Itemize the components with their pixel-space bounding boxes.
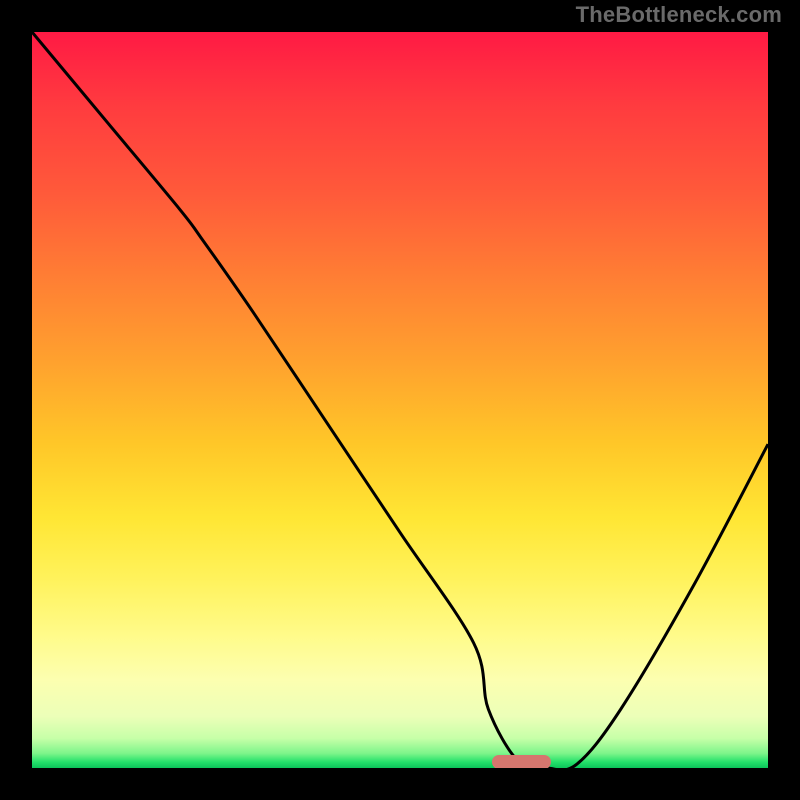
optimal-marker [492,755,551,768]
bottleneck-curve [32,32,768,768]
chart-container: TheBottleneck.com [0,0,800,800]
plot-area [32,32,768,768]
watermark-text: TheBottleneck.com [576,2,782,28]
